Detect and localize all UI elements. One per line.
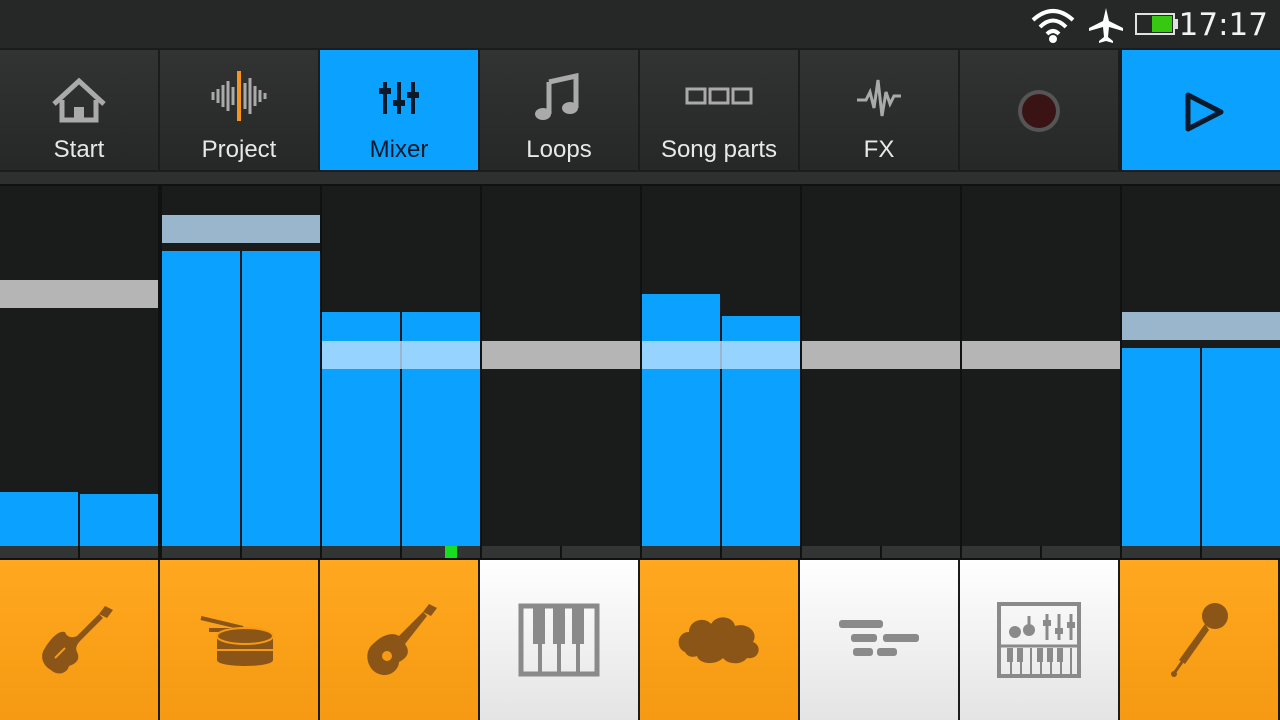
- tab-loops-label: Loops: [526, 136, 592, 163]
- tab-project-label: Project: [201, 136, 277, 163]
- pan-track-segment: [242, 546, 320, 558]
- clock: 17:17: [1178, 7, 1268, 43]
- status-bar: 17:17: [0, 0, 1280, 48]
- volume-fader[interactable]: [1122, 312, 1280, 340]
- level-meter-left: [0, 492, 78, 546]
- record-icon: [1018, 90, 1060, 132]
- tab-mixer-label: Mixer: [369, 136, 429, 163]
- fx-wave-icon: [857, 79, 901, 117]
- separator: [0, 172, 1280, 184]
- tab-loops[interactable]: Loops: [480, 50, 638, 170]
- acoustic-guitar-icon: [367, 604, 437, 676]
- play-button[interactable]: [1122, 50, 1280, 170]
- microphone-icon: [1171, 603, 1228, 677]
- piano-keys-icon: [518, 603, 600, 677]
- tab-mixer[interactable]: Mixer: [320, 50, 478, 170]
- mixer-channel-1[interactable]: [0, 186, 158, 546]
- volume-fader[interactable]: [162, 215, 320, 243]
- pan-slider[interactable]: [322, 546, 480, 558]
- volume-fader[interactable]: [322, 341, 480, 369]
- top-navigation: Start Project Mixer Loops Song parts FX: [0, 48, 1280, 172]
- mixer-channel-2[interactable]: [162, 186, 320, 546]
- pan-track-segment: [1202, 546, 1280, 558]
- cloud-icon: [678, 617, 759, 664]
- pan-track-segment: [562, 546, 640, 558]
- volume-fader[interactable]: [802, 341, 960, 369]
- tab-song-parts[interactable]: Song parts: [640, 50, 798, 170]
- mixer-channel-6[interactable]: [802, 186, 960, 546]
- level-meter-right: [80, 494, 158, 546]
- pan-slider[interactable]: [802, 546, 960, 558]
- battery-icon: [1135, 13, 1178, 35]
- pan-track-segment: [1122, 546, 1200, 558]
- synthesizer-icon: [997, 602, 1081, 678]
- volume-fader[interactable]: [482, 341, 640, 369]
- tab-start[interactable]: Start: [0, 50, 158, 170]
- instrument-piano[interactable]: [480, 560, 638, 720]
- instrument-bar: [0, 560, 1280, 720]
- pan-slider[interactable]: [0, 546, 158, 558]
- airplane-mode-icon: [1089, 8, 1123, 43]
- mixer-channel-3[interactable]: [322, 186, 480, 546]
- instrument-drum[interactable]: [160, 560, 318, 720]
- home-icon: [52, 77, 106, 123]
- record-button[interactable]: [960, 50, 1118, 170]
- pan-track-segment: [802, 546, 880, 558]
- pan-slider[interactable]: [1122, 546, 1280, 558]
- pan-indicator: [445, 546, 457, 558]
- mixer-sliders-icon: [379, 82, 419, 114]
- drum-icon: [200, 616, 274, 666]
- pan-track-segment: [162, 546, 240, 558]
- instrument-cloud[interactable]: [640, 560, 798, 720]
- pan-slider[interactable]: [482, 546, 640, 558]
- pan-track-segment: [80, 546, 158, 558]
- music-note-icon: [535, 72, 579, 120]
- pan-track-segment: [882, 546, 960, 558]
- tab-song-parts-label: Song parts: [660, 136, 778, 163]
- instrument-electric-guitar[interactable]: [0, 560, 158, 720]
- level-meter-left: [642, 294, 720, 546]
- pan-track-segment: [0, 546, 78, 558]
- level-meter-right: [242, 251, 320, 546]
- pan-slider[interactable]: [962, 546, 1120, 558]
- pan-track-segment: [642, 546, 720, 558]
- tab-start-label: Start: [53, 136, 105, 163]
- pan-slider[interactable]: [642, 546, 800, 558]
- pan-track-segment: [322, 546, 400, 558]
- mixer-channel-4[interactable]: [482, 186, 640, 546]
- mixer-channel-5[interactable]: [642, 186, 800, 546]
- tab-project[interactable]: Project: [160, 50, 318, 170]
- wifi-icon: [1031, 9, 1075, 43]
- play-icon: [1185, 92, 1224, 132]
- waveform-icon: [211, 71, 267, 121]
- volume-fader[interactable]: [0, 280, 158, 308]
- instrument-microphone[interactable]: [1120, 560, 1278, 720]
- song-parts-icon: [685, 87, 753, 105]
- volume-fader[interactable]: [642, 341, 800, 369]
- pan-slider[interactable]: [162, 546, 320, 558]
- level-meter-right: [1202, 348, 1280, 546]
- mixer-panel: [0, 184, 1280, 560]
- volume-fader[interactable]: [962, 341, 1120, 369]
- instrument-synthesizer[interactable]: [960, 560, 1118, 720]
- electric-guitar-icon: [42, 606, 113, 674]
- pan-track-segment: [722, 546, 800, 558]
- mixer-channel-8[interactable]: [1122, 186, 1280, 546]
- instrument-sequencer[interactable]: [800, 560, 958, 720]
- pan-track-segment: [1042, 546, 1120, 558]
- tab-fx-label: FX: [863, 136, 895, 163]
- pan-track-segment: [482, 546, 560, 558]
- pan-track-segment: [962, 546, 1040, 558]
- level-meter-left: [1122, 348, 1200, 546]
- tab-fx[interactable]: FX: [800, 50, 958, 170]
- mixer-channel-7[interactable]: [962, 186, 1120, 546]
- sequencer-icon: [839, 620, 919, 656]
- instrument-acoustic-guitar[interactable]: [320, 560, 478, 720]
- level-meter-left: [162, 251, 240, 546]
- pan-track-segment: [402, 546, 480, 558]
